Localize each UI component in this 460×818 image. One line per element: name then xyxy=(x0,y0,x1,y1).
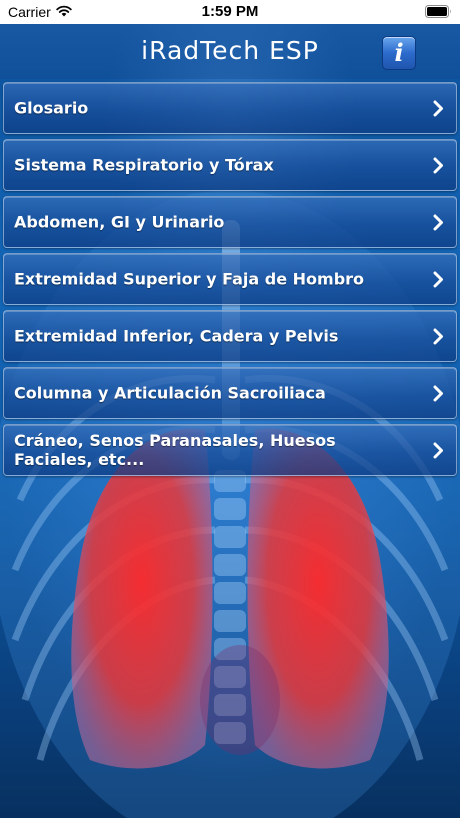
menu-item-label: Extremidad Inferior, Cadera y Pelvis xyxy=(14,326,339,346)
status-bar: Carrier 1:59 PM xyxy=(0,0,460,24)
chevron-right-icon xyxy=(433,385,443,402)
menu-item-glosario[interactable]: Glosario xyxy=(3,82,457,134)
menu-item-extremidad-superior[interactable]: Extremidad Superior y Faja de Hombro xyxy=(3,253,457,305)
menu-item-label: Glosario xyxy=(14,98,89,118)
menu-item-extremidad-inferior[interactable]: Extremidad Inferior, Cadera y Pelvis xyxy=(3,310,457,362)
menu-item-label: Columna y Articulación Sacroiliaca xyxy=(14,383,326,403)
menu-item-columna[interactable]: Columna y Articulación Sacroiliaca xyxy=(3,367,457,419)
chevron-right-icon xyxy=(433,442,443,459)
chevron-right-icon xyxy=(433,157,443,174)
menu-item-label: Abdomen, GI y Urinario xyxy=(14,212,225,232)
chevron-right-icon xyxy=(433,328,443,345)
chevron-right-icon xyxy=(433,214,443,231)
battery-full-icon xyxy=(425,5,451,18)
chevron-right-icon xyxy=(433,271,443,288)
navigation-bar: iRadTech ESP i xyxy=(0,24,460,79)
menu-item-label: Extremidad Superior y Faja de Hombro xyxy=(14,269,365,289)
menu-item-abdomen[interactable]: Abdomen, GI y Urinario xyxy=(3,196,457,248)
chevron-right-icon xyxy=(433,100,443,117)
menu-item-sistema-respiratorio[interactable]: Sistema Respiratorio y Tórax xyxy=(3,139,457,191)
menu-item-label: Cráneo, Senos Paranasales, Huesos Facial… xyxy=(14,431,336,469)
info-button[interactable]: i xyxy=(382,36,416,70)
status-time: 1:59 PM xyxy=(201,3,259,20)
menu-item-craneo[interactable]: Cráneo, Senos Paranasales, Huesos Facial… xyxy=(3,424,457,476)
menu-item-label: Sistema Respiratorio y Tórax xyxy=(14,155,274,175)
app-screen: Carrier 1:59 PM iRadTech ESP i Glosario … xyxy=(0,0,460,818)
